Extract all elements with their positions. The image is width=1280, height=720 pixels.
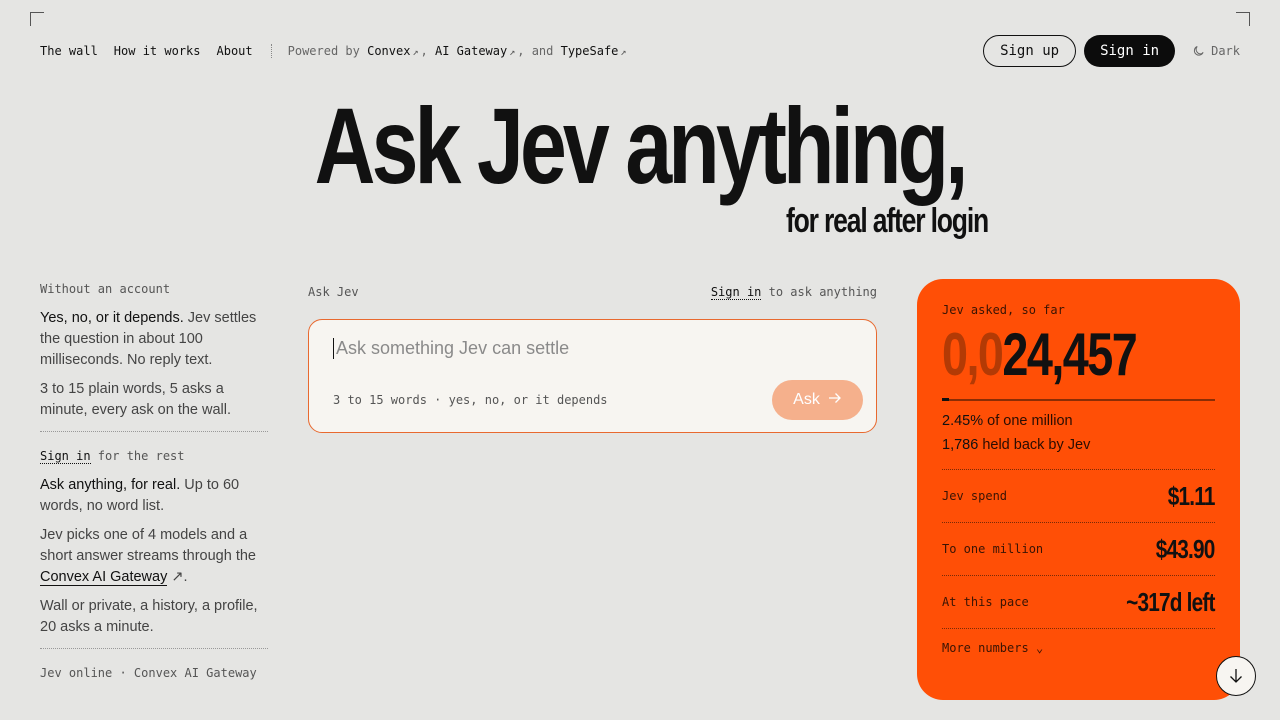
- ask-button[interactable]: Ask: [772, 380, 863, 420]
- ask-counter: 0,024,457: [942, 321, 1138, 388]
- nav-links: The wall How it works About: [40, 44, 269, 58]
- ask-hint: 3 to 15 words · yes, no, or it depends: [333, 393, 608, 407]
- external-arrow-icon: ↗: [171, 569, 184, 585]
- top-nav: The wall How it works About Powered by C…: [40, 35, 1240, 67]
- divider: [40, 648, 268, 649]
- convex-link[interactable]: Convex: [367, 44, 410, 58]
- signin-label: Sign in for the rest: [40, 449, 185, 464]
- sign-in-button[interactable]: Sign in: [1084, 35, 1176, 67]
- arrow-down-icon: [1230, 669, 1242, 683]
- status-footer: Jev online · Convex AI Gateway: [40, 666, 257, 680]
- powered-and: , and: [517, 44, 554, 58]
- corner-mark-top-right: [1236, 12, 1250, 26]
- ask-box: 3 to 15 words · yes, no, or it depends A…: [308, 319, 877, 433]
- nav-link-about[interactable]: About: [217, 44, 253, 58]
- theme-toggle[interactable]: Dark: [1193, 44, 1240, 58]
- stat-row: To one million $43.90: [942, 522, 1216, 575]
- ask-label: Ask Jev: [308, 285, 359, 299]
- moon-icon: [1194, 46, 1204, 56]
- ai-gateway-link[interactable]: AI Gateway: [435, 44, 507, 58]
- more-numbers-toggle[interactable]: More numbers ⌄: [942, 628, 1215, 655]
- chevron-down-icon: ⌄: [1035, 641, 1044, 655]
- nav-link-how-it-works[interactable]: How it works: [114, 44, 201, 58]
- no-account-description: Yes, no, or it depends. Jev settles the …: [40, 310, 257, 368]
- percent-of-million: 2.45% of one million: [942, 413, 1073, 429]
- stat-row: At this pace ~317d left: [942, 575, 1216, 628]
- nav-link-the-wall[interactable]: The wall: [40, 44, 98, 58]
- ask-panel-header: Ask Jev Sign in to ask anything: [308, 285, 877, 300]
- progress-fill: [942, 398, 949, 401]
- no-account-limits: 3 to 15 plain words, 5 asks a minute, ev…: [40, 381, 232, 418]
- external-arrow-icon: ↗: [620, 47, 627, 58]
- no-account-label: Without an account: [40, 282, 171, 296]
- convex-ai-gateway-link[interactable]: Convex AI Gateway: [40, 569, 168, 586]
- held-back-count: 1,786 held back by Jev: [942, 437, 1091, 453]
- signin-limits: Wall or private, a history, a profile, 2…: [40, 598, 258, 635]
- million-progress-bar: [942, 398, 1215, 401]
- powered-prefix: Powered by: [287, 44, 360, 58]
- hero-subtitle: for real after login: [785, 202, 989, 240]
- external-arrow-icon: ↗: [509, 47, 516, 58]
- nav-actions: Sign up Sign in Dark: [983, 35, 1240, 67]
- ask-panel: Ask Jev Sign in to ask anything 3 to 15 …: [308, 285, 877, 433]
- arrow-right-icon: [828, 391, 842, 409]
- models-description: Jev picks one of 4 models and a short an…: [40, 527, 256, 586]
- asked-label: Jev asked, so far: [942, 303, 1065, 317]
- stats-rows: Jev spend $1.11 To one million $43.90 At t…: [942, 469, 1216, 628]
- signin-inline-link[interactable]: Sign in: [40, 449, 91, 464]
- hero-title: Ask Jev anything,: [314, 85, 969, 206]
- theme-label: Dark: [1211, 44, 1240, 58]
- nav-divider: [270, 44, 272, 58]
- sign-up-button[interactable]: Sign up: [983, 35, 1077, 67]
- powered-by: Powered by Convex ↗, AI Gateway ↗, and Typ…: [287, 44, 627, 58]
- external-arrow-icon: ↗: [412, 47, 419, 58]
- info-column: Without an account Yes, no, or it depend…: [40, 279, 268, 684]
- scroll-down-button[interactable]: [1216, 656, 1256, 696]
- ask-signin-link[interactable]: Sign in: [710, 285, 762, 300]
- corner-mark-top-left: [30, 12, 44, 26]
- ask-input[interactable]: [333, 338, 853, 359]
- ask-button-label: Ask: [793, 391, 820, 408]
- signin-description: Ask anything, for real. Up to 60 words, …: [40, 477, 240, 514]
- typesafe-link[interactable]: TypeSafe: [561, 44, 619, 58]
- stats-card: Jev asked, so far 0,024,457 2.45% of one…: [917, 279, 1240, 700]
- divider: [40, 431, 268, 432]
- stat-row: Jev spend $1.11: [942, 469, 1216, 522]
- hero: Ask Jev anything, for real after login: [0, 85, 1280, 241]
